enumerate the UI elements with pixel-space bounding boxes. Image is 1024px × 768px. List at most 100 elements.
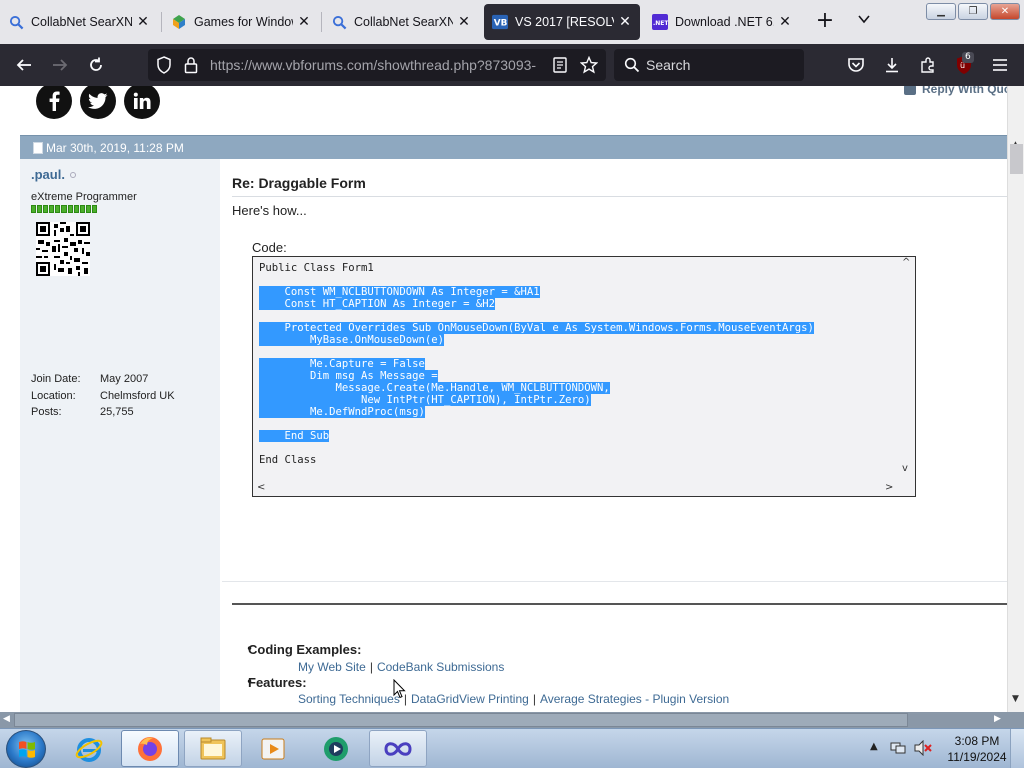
- code-line-text[interactable]: Const WM_NCLBUTTONDOWN As Integer = &HA1: [259, 286, 540, 298]
- clock-time[interactable]: 3:08 PM: [942, 734, 1012, 748]
- twitter-icon[interactable]: [80, 86, 116, 119]
- code-line-text[interactable]: Const HT_CAPTION As Integer = &H2: [259, 298, 495, 310]
- tab-games-for-windows[interactable]: Games for Windows ✕: [163, 4, 319, 40]
- link-codebank-submissions[interactable]: CodeBank Submissions: [377, 660, 504, 674]
- scrollbar-thumb[interactable]: [1010, 144, 1023, 174]
- back-button[interactable]: [12, 53, 36, 77]
- code-line-text[interactable]: [259, 418, 265, 430]
- new-tab-button[interactable]: +: [812, 8, 838, 36]
- tab-collabnet-searxng-2[interactable]: CollabNet SearXNG ✕: [323, 4, 479, 40]
- tab-close-icon[interactable]: ✕: [136, 14, 150, 30]
- tab-close-icon[interactable]: ✕: [778, 14, 792, 30]
- taskbar-internet-explorer[interactable]: [60, 730, 118, 767]
- scroll-down-arrow-icon[interactable]: v: [902, 463, 908, 474]
- code-line[interactable]: Protected Overrides Sub OnMouseDown(ByVa…: [259, 322, 814, 334]
- code-line[interactable]: Dim msg As Message =: [259, 370, 814, 382]
- taskbar-firefox[interactable]: [121, 730, 179, 767]
- code-block[interactable]: Public Class Form1 Const WM_NCLBUTTONDOW…: [252, 256, 916, 497]
- code-line[interactable]: [259, 418, 814, 430]
- code-line[interactable]: [259, 274, 814, 286]
- code-line-text[interactable]: Me.DefWndProc(msg): [259, 406, 425, 418]
- code-line[interactable]: MyBase.OnMouseDown(e): [259, 334, 814, 346]
- volume-muted-icon[interactable]: [914, 739, 932, 759]
- code-line-text[interactable]: [259, 274, 265, 286]
- code-line[interactable]: End Class: [259, 454, 814, 466]
- scroll-up-arrow-icon[interactable]: ^: [902, 257, 910, 268]
- scroll-down-arrow-icon[interactable]: ▼: [1012, 694, 1019, 704]
- clock-date[interactable]: 11/19/2024: [942, 750, 1012, 764]
- bookmark-star-icon[interactable]: [579, 55, 599, 77]
- taskbar-visual-studio[interactable]: [369, 730, 427, 767]
- minimize-button[interactable]: ▁: [926, 3, 956, 20]
- link-datagridview-printing[interactable]: DataGridView Printing: [411, 692, 529, 706]
- start-button[interactable]: [6, 730, 46, 768]
- code-line-text[interactable]: MyBase.OnMouseDown(e): [259, 334, 444, 346]
- forward-button[interactable]: [48, 53, 72, 77]
- code-line-text[interactable]: [259, 442, 265, 454]
- code-line-text[interactable]: Dim msg As Message =: [259, 370, 438, 382]
- extensions-button[interactable]: [916, 53, 940, 77]
- code-line[interactable]: Me.DefWndProc(msg): [259, 406, 814, 418]
- link-my-web-site[interactable]: My Web Site: [298, 660, 366, 674]
- code-line-text[interactable]: End Sub: [259, 430, 330, 442]
- show-hidden-icons-icon[interactable]: ▲: [870, 741, 878, 752]
- tab-collabnet-searxng-1[interactable]: CollabNet SearXNG ✕: [0, 4, 158, 40]
- list-all-tabs-button[interactable]: [852, 8, 876, 36]
- reader-view-icon[interactable]: [553, 57, 567, 76]
- tracking-protection-shield-icon[interactable]: [156, 56, 172, 77]
- code-line[interactable]: Const WM_NCLBUTTONDOWN As Integer = &HA1: [259, 286, 814, 298]
- search-bar[interactable]: Search: [614, 49, 804, 81]
- linkedin-icon[interactable]: [124, 86, 160, 119]
- code-line[interactable]: Public Class Form1: [259, 262, 814, 274]
- scroll-left-arrow-icon[interactable]: <: [257, 482, 265, 493]
- code-line-text[interactable]: [259, 346, 265, 358]
- code-line-text[interactable]: End Class: [259, 454, 316, 466]
- code-line[interactable]: Message.Create(Me.Handle, WM_NCLBUTTONDO…: [259, 382, 814, 394]
- scrollbar-thumb[interactable]: [14, 713, 908, 727]
- network-icon[interactable]: [890, 740, 906, 759]
- code-line[interactable]: [259, 310, 814, 322]
- address-bar[interactable]: https://www.vbforums.com/showthread.php?…: [148, 49, 606, 81]
- show-desktop-button[interactable]: [1010, 729, 1024, 768]
- reload-button[interactable]: [84, 53, 108, 77]
- page-horizontal-scrollbar[interactable]: ◀ ▶: [0, 712, 1024, 728]
- taskbar-media-player[interactable]: [244, 730, 302, 767]
- scroll-right-arrow-icon[interactable]: ▶: [994, 714, 1001, 724]
- code-line-text[interactable]: Message.Create(Me.Handle, WM_NCLBUTTONDO…: [259, 382, 610, 394]
- reply-with-quote-button[interactable]: Reply With Quo: [904, 86, 1007, 96]
- code-line-text[interactable]: Protected Overrides Sub OnMouseDown(ByVa…: [259, 322, 814, 334]
- close-window-button[interactable]: ✕: [990, 3, 1020, 20]
- code-horizontal-scrollbar[interactable]: < >: [253, 482, 915, 496]
- scroll-left-arrow-icon[interactable]: ◀: [3, 714, 10, 724]
- restore-button[interactable]: ❐: [958, 3, 988, 20]
- search-placeholder[interactable]: Search: [646, 57, 690, 73]
- app-menu-button[interactable]: [988, 53, 1012, 77]
- code-vertical-scrollbar[interactable]: ^ v: [899, 257, 915, 482]
- tab-vs-2017-resolved[interactable]: VB VS 2017 [RESOLVED] ✕: [484, 4, 640, 40]
- code-line-text[interactable]: [259, 310, 265, 322]
- link-average-strategies[interactable]: Average Strategies - Plugin Version: [540, 692, 729, 706]
- page-vertical-scrollbar[interactable]: ▲ ▼: [1007, 86, 1024, 712]
- facebook-icon[interactable]: [36, 86, 72, 119]
- code-line-text[interactable]: Me.Capture = False: [259, 358, 425, 370]
- url-text[interactable]: https://www.vbforums.com/showthread.php?…: [210, 57, 550, 73]
- code-line-text[interactable]: New IntPtr(HT_CAPTION), IntPtr.Zero): [259, 394, 591, 406]
- lock-icon[interactable]: [184, 56, 198, 77]
- tab-download-dotnet[interactable]: .NET Download .NET 6.0 ✕: [644, 4, 800, 40]
- username-link[interactable]: .paul.: [31, 167, 65, 182]
- taskbar-file-explorer[interactable]: [184, 730, 242, 767]
- tab-close-icon[interactable]: ✕: [457, 14, 471, 30]
- tab-close-icon[interactable]: ✕: [618, 14, 632, 30]
- pocket-button[interactable]: [844, 53, 868, 77]
- tab-close-icon[interactable]: ✕: [297, 14, 311, 30]
- scroll-right-arrow-icon[interactable]: >: [885, 482, 893, 493]
- code-line-text[interactable]: Public Class Form1: [259, 262, 374, 274]
- link-sorting-techniques[interactable]: Sorting Techniques: [298, 692, 400, 706]
- downloads-button[interactable]: [880, 53, 904, 77]
- code-text[interactable]: Public Class Form1 Const WM_NCLBUTTONDOW…: [259, 262, 814, 466]
- taskbar-green-app[interactable]: [307, 730, 365, 767]
- code-line[interactable]: Me.Capture = False: [259, 358, 814, 370]
- code-line[interactable]: New IntPtr(HT_CAPTION), IntPtr.Zero): [259, 394, 814, 406]
- code-line[interactable]: [259, 442, 814, 454]
- code-line[interactable]: Const HT_CAPTION As Integer = &H2: [259, 298, 814, 310]
